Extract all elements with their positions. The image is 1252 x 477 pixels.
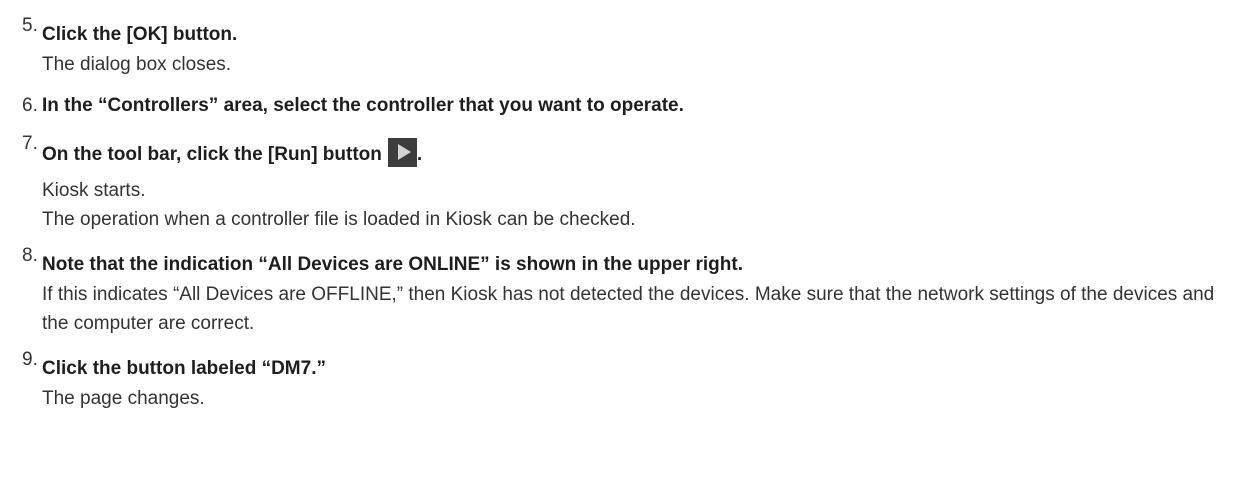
run-play-icon — [387, 138, 417, 167]
procedure-steps: 5. Click the [OK] button. The dialog box… — [22, 15, 1237, 413]
step-number: 5. — [22, 15, 38, 36]
step-title: Click the [OK] button. — [42, 24, 238, 45]
step-title: On the tool bar, click the [Run] button. — [39, 138, 1237, 170]
step-title-text: On the tool bar, click the [Run] button — [42, 144, 382, 165]
step-7: 7. On the tool bar, click the [Run] butt… — [22, 133, 1237, 234]
step-9: 9. Click the button labeled “DM7.” The p… — [22, 349, 1237, 413]
step-number: 6. — [22, 95, 38, 116]
step-8: 8. Note that the indication “All Devices… — [22, 245, 1237, 338]
step-description: The operation when a controller file is … — [42, 209, 636, 230]
step-description: The dialog box closes. — [42, 54, 232, 75]
step-title-suffix: . — [416, 144, 423, 165]
step-5: 5. Click the [OK] button. The dialog box… — [22, 15, 1237, 79]
step-description: If this indicates “All Devices are OFFLI… — [42, 284, 1215, 334]
step-title: In the “Controllers” area, select the co… — [42, 95, 684, 116]
step-number: 8. — [22, 245, 38, 266]
step-description: The page changes. — [42, 388, 205, 409]
step-number: 9. — [22, 349, 38, 370]
step-6: 6. In the “Controllers” area, select the… — [22, 91, 1237, 121]
step-title: Note that the indication “All Devices ar… — [42, 254, 743, 275]
step-title: Click the button labeled “DM7.” — [42, 358, 326, 379]
step-number: 7. — [22, 133, 38, 154]
step-description: Kiosk starts. — [42, 180, 146, 201]
